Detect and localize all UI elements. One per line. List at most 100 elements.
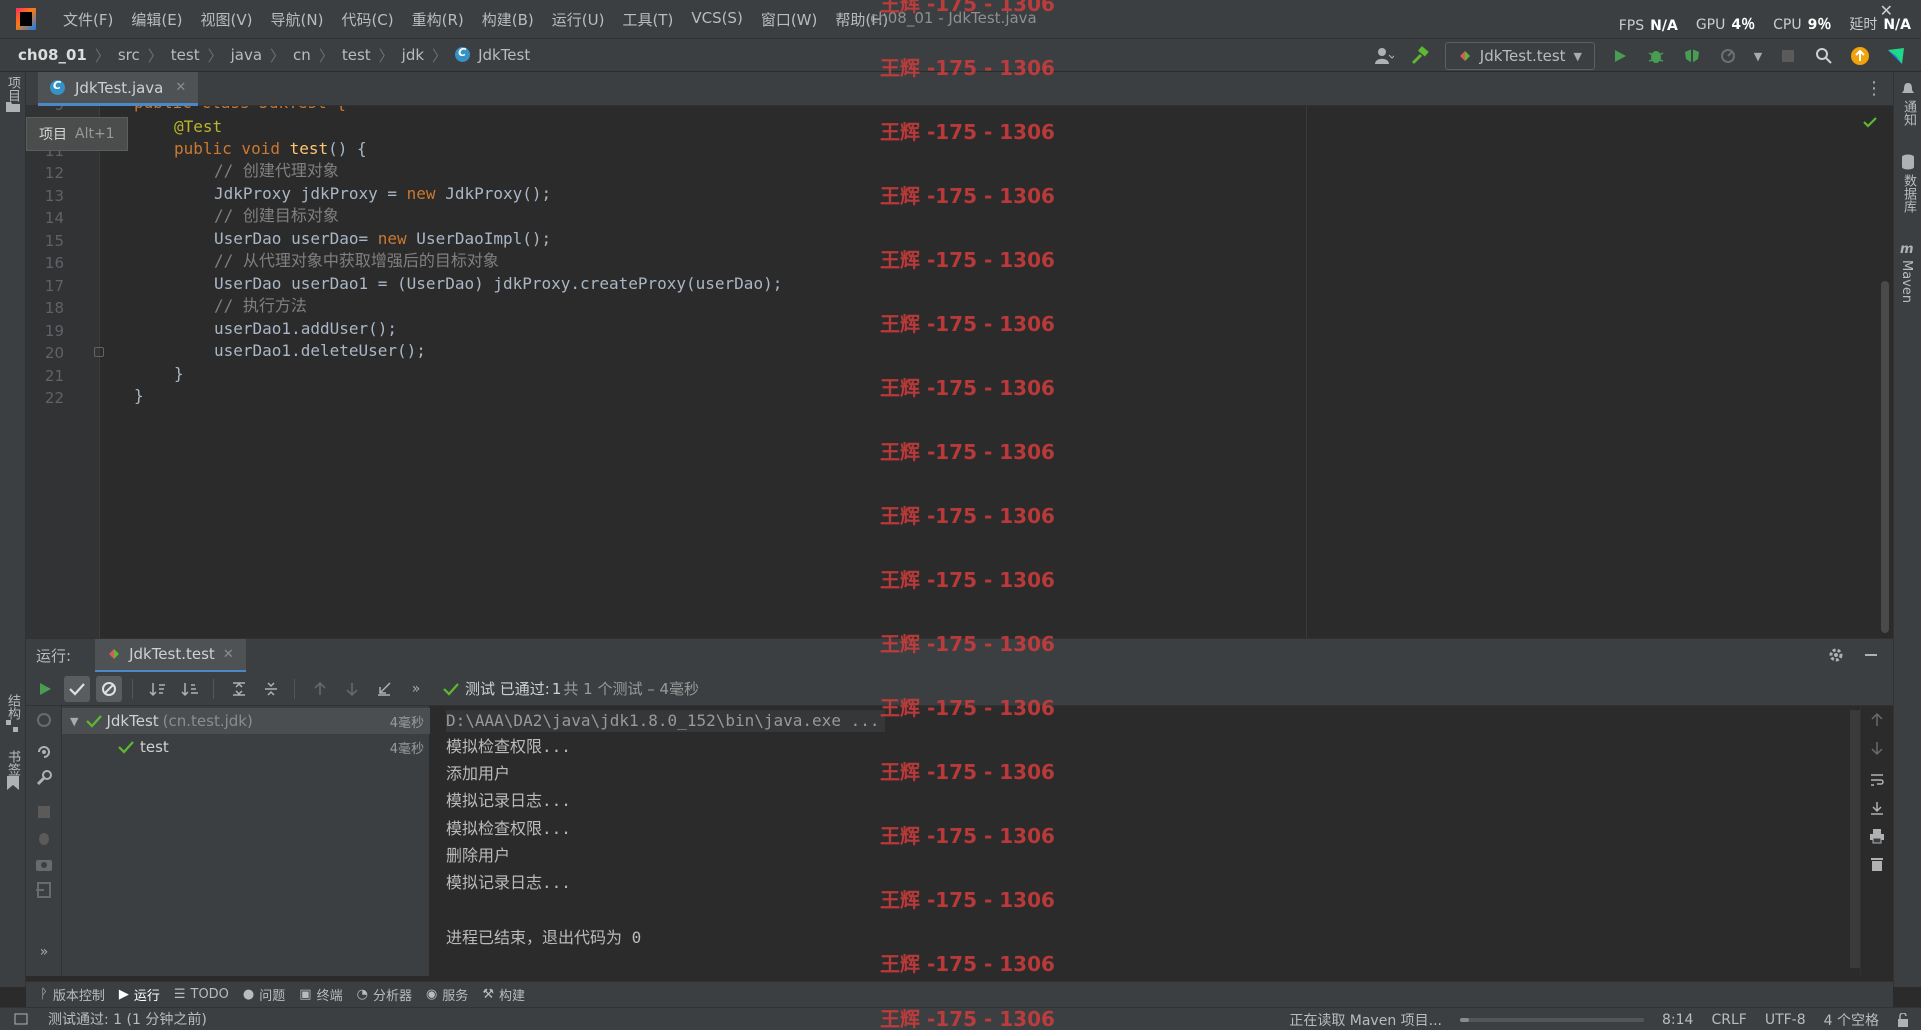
profiler-icon[interactable] [1717,45,1739,67]
stop-icon[interactable] [34,802,54,822]
breadcrumb-class[interactable]: JdkTest [451,46,538,64]
build-hammer-icon[interactable] [1409,45,1431,67]
toolwin-todo[interactable]: ☰ TODO [174,987,229,1002]
show-passed-toggle-icon[interactable] [64,675,90,702]
database-tool-tab[interactable]: 数据库 [1899,174,1918,213]
more-run-chevron-icon[interactable]: ▼ [1753,45,1763,67]
breadcrumb-src[interactable]: src [114,46,144,64]
menu-run[interactable]: 运行(U) [543,9,614,30]
no-problems-check-icon[interactable] [1863,116,1877,128]
more-options-icon[interactable]: ⋮ [1865,78,1883,99]
code-with-me-icon[interactable] [1885,45,1907,67]
close-tab-icon[interactable]: ✕ [175,80,186,95]
collapse-all-icon[interactable] [258,676,284,702]
maven-tool-tab[interactable]: Maven [1899,260,1914,303]
more-side-actions-icon[interactable]: » [34,942,54,962]
menu-tools[interactable]: 工具(T) [613,9,682,30]
show-ignored-toggle-icon[interactable] [96,675,122,702]
close-window-icon[interactable]: ✕ [1880,1,1893,20]
menu-build[interactable]: 构建(B) [473,9,543,30]
run-config-select[interactable]: JdkTest.test ▼ [1444,42,1595,70]
print-icon[interactable] [1867,826,1887,846]
menu-vcs[interactable]: VCS(S) [682,9,751,30]
breadcrumb-test-pkg[interactable]: test [338,46,375,64]
toggle-auto-test-icon[interactable] [34,742,54,762]
bookmarks-tool-tab[interactable]: 书签 [3,750,22,776]
lock-icon[interactable] [1897,1013,1909,1027]
user-icon[interactable] [1373,45,1395,67]
wrench-icon[interactable] [34,768,54,788]
test-tree-row[interactable]: ▼ JdkTest (cn.test.jdk) 4毫秒 [62,708,430,734]
arrow-up-icon[interactable] [1867,710,1887,730]
hide-panel-icon[interactable] [1863,646,1879,664]
breadcrumb-test[interactable]: test [167,46,204,64]
test-results-tree: ▼ JdkTest (cn.test.jdk) 4毫秒 test 4毫秒 [62,706,430,976]
fold-marker-icon[interactable] [94,347,104,357]
run-icon[interactable] [1609,45,1631,67]
console-output[interactable]: D:\AAA\DA2\java\jdk1.8.0_152\bin\java.ex… [430,706,1860,976]
arrow-down-icon[interactable] [1867,738,1887,758]
rerun-icon[interactable] [32,676,58,702]
toolwin-build[interactable]: ⚒ 构建 [482,985,525,1004]
toolwin-vcs[interactable]: ᚹ 版本控制 [40,985,105,1004]
test-tree-row[interactable]: test 4毫秒 [62,734,430,760]
menu-navigate[interactable]: 导航(N) [262,9,333,30]
breadcrumb-jdk[interactable]: jdk [398,46,428,64]
profiler-icon: ◔ [356,987,368,1002]
run-tab-jdktest[interactable]: JdkTest.test ✕ [95,638,246,673]
next-failed-icon[interactable] [339,676,365,702]
code-editor[interactable]: 9 10 11 12 13 14 15 16 17 18 19 20 21 22… [26,106,1893,638]
coverage-icon[interactable] [1681,45,1703,67]
scroll-to-end-icon[interactable] [1867,798,1887,818]
menu-refactor[interactable]: 重构(R) [403,9,473,30]
trash-icon[interactable] [1867,854,1887,874]
line-separator[interactable]: CRLF [1711,1012,1746,1028]
rerun-failed-icon[interactable] [34,710,54,730]
menu-view[interactable]: 视图(V) [192,9,262,30]
menu-window[interactable]: 窗口(W) [752,9,827,30]
menu-file[interactable]: 文件(F) [54,9,122,30]
layout-toggle-icon[interactable] [14,1013,28,1025]
close-run-tab-icon[interactable]: ✕ [223,647,234,662]
import-tests-icon[interactable] [371,676,397,702]
stop-icon[interactable] [1777,45,1799,67]
chevron-down-icon[interactable]: ▼ [70,715,78,728]
file-encoding[interactable]: UTF-8 [1765,1012,1806,1028]
status-message[interactable]: 测试通过: 1 (1 分钟之前) [48,1009,207,1029]
expand-all-icon[interactable] [226,676,252,702]
project-tool-tab[interactable]: 项目 [3,76,22,102]
breadcrumb-project[interactable]: ch08_01 [14,46,91,64]
notifications-tool-tab[interactable]: 通知 [1899,100,1918,126]
previous-failed-icon[interactable] [307,676,333,702]
indent-setting[interactable]: 4 个空格 [1824,1010,1879,1030]
camera-icon[interactable] [34,854,54,874]
exit-icon[interactable] [34,880,54,900]
sort-alpha-icon[interactable] [145,676,171,702]
toolwin-problems[interactable]: ● 问题 [243,985,285,1004]
breadcrumb-cn[interactable]: cn [289,46,315,64]
debug-icon[interactable] [34,828,54,848]
sort-duration-icon[interactable] [177,676,203,702]
search-icon[interactable] [1813,45,1835,67]
editor-tab-jdktest[interactable]: JdkTest.java ✕ [38,72,199,106]
editor-scrollbar[interactable] [1881,281,1889,633]
navigation-bar: ch08_01 〉 src 〉 test 〉 java 〉 cn 〉 test 〉 jdk 〉… [0,38,1921,72]
toolwin-profiler[interactable]: ◔ 分析器 [357,985,412,1004]
structure-tool-tab[interactable]: 结构 [3,694,22,720]
update-icon[interactable] [1849,45,1871,67]
tooltip-label: 项目 [39,127,67,143]
toolwin-services[interactable]: ◉ 服务 [426,985,468,1004]
debug-icon[interactable] [1645,45,1667,67]
toolwin-terminal[interactable]: ▣ 终端 [299,985,342,1004]
caret-position[interactable]: 8:14 [1662,1012,1693,1028]
more-actions-icon[interactable]: » [403,676,429,702]
soft-wrap-icon[interactable] [1867,770,1887,790]
breadcrumb-java[interactable]: java [227,46,266,64]
code-line: } [134,386,144,405]
menu-edit[interactable]: 编辑(E) [122,9,191,30]
settings-gear-icon[interactable] [1827,646,1845,664]
menu-code[interactable]: 代码(C) [332,9,402,30]
toolwin-run[interactable]: ▶ 运行 [119,985,160,1004]
code-line: @Test [174,117,223,136]
console-scrollbar[interactable] [1850,710,1860,968]
